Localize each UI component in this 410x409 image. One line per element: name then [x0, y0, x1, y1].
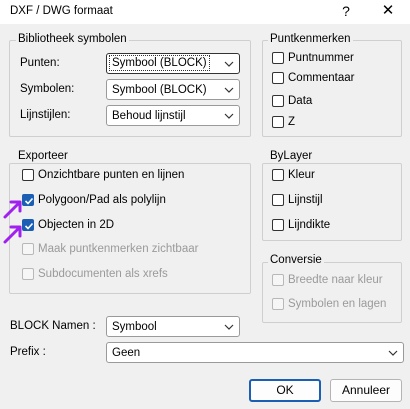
lijndikte-label: Lijndikte — [288, 219, 331, 231]
symbols-select-value: Symbool (BLOCK) — [112, 84, 207, 96]
chevron-down-icon — [224, 87, 234, 93]
window-title: DXF / DWG formaat — [10, 5, 113, 17]
ok-button[interactable]: OK — [249, 379, 321, 402]
polygon-polyline-label: Polygoon/Pad als polylijn — [38, 194, 166, 206]
points-label: Punten: — [20, 57, 60, 69]
objects-2d-label: Objecten in 2D — [38, 219, 115, 231]
symbols-layers-label: Symbolen en lagen — [288, 298, 387, 310]
kleur-checkbox[interactable] — [272, 169, 284, 181]
z-checkbox[interactable] — [272, 116, 284, 128]
commentaar-checkbox[interactable] — [272, 72, 284, 84]
subdocuments-xrefs-checkbox[interactable] — [22, 268, 34, 280]
block-names-select-value: Symbool — [112, 321, 157, 333]
library-legend: Bibliotheek symbolen — [16, 32, 129, 46]
subdocuments-xrefs-label: Subdocumenten als xrefs — [38, 268, 168, 280]
checkmark-icon — [24, 197, 34, 205]
points-select[interactable]: Symbool (BLOCK) — [106, 53, 240, 74]
puntnummer-label: Puntnummer — [288, 52, 354, 64]
lijnstijl-checkbox[interactable] — [272, 194, 284, 206]
chevron-down-icon — [224, 61, 234, 67]
lijndikte-checkbox[interactable] — [272, 219, 284, 231]
cancel-button[interactable]: Annuleer — [330, 379, 402, 402]
kleur-label: Kleur — [288, 169, 315, 181]
conversion-group — [262, 262, 402, 323]
chevron-down-icon — [388, 350, 398, 356]
linestyles-select-value: Behoud lijnstijl — [112, 110, 186, 122]
data-label: Data — [288, 95, 313, 107]
help-button[interactable]: ? — [336, 1, 356, 21]
prefix-select-value: Geen — [112, 347, 141, 359]
symbols-select[interactable]: Symbool (BLOCK) — [106, 79, 240, 100]
width-to-color-checkbox[interactable] — [272, 274, 284, 286]
conversion-legend: Conversie — [268, 253, 324, 267]
width-to-color-label: Breedte naar kleur — [288, 274, 383, 286]
linestyles-label: Lijnstijlen: — [20, 109, 71, 121]
prefix-label: Prefix : — [10, 346, 46, 358]
invisible-points-checkbox[interactable] — [22, 169, 34, 181]
block-names-label: BLOCK Namen : — [10, 320, 96, 332]
points-select-value: Symbool (BLOCK) — [109, 55, 210, 71]
symbols-layers-checkbox[interactable] — [272, 298, 284, 310]
export-legend: Exporteer — [16, 149, 70, 163]
close-button[interactable]: ✕ — [378, 1, 398, 21]
commentaar-label: Commentaar — [288, 72, 355, 84]
checkmark-icon — [24, 222, 34, 230]
puntnummer-checkbox[interactable] — [272, 52, 284, 64]
symbols-label: Symbolen: — [20, 83, 75, 95]
data-checkbox[interactable] — [272, 95, 284, 107]
invisible-points-label: Onzichtbare punten en lijnen — [38, 169, 185, 181]
chevron-down-icon — [224, 324, 234, 330]
make-labels-visible-label: Maak puntkenmerken zichtbaar — [38, 243, 199, 255]
lijnstijl-label: Lijnstijl — [288, 194, 323, 206]
z-label: Z — [288, 116, 296, 128]
linestyles-select[interactable]: Behoud lijnstijl — [106, 105, 240, 126]
block-names-select[interactable]: Symbool — [106, 316, 240, 337]
bylayer-legend: ByLayer — [268, 149, 315, 163]
chevron-down-icon — [224, 113, 234, 119]
annotation-arrow-icon — [3, 225, 22, 244]
point-labels-legend: Puntkenmerken — [268, 32, 353, 46]
prefix-select[interactable]: Geen — [106, 342, 404, 363]
annotation-arrow-icon — [3, 200, 22, 219]
